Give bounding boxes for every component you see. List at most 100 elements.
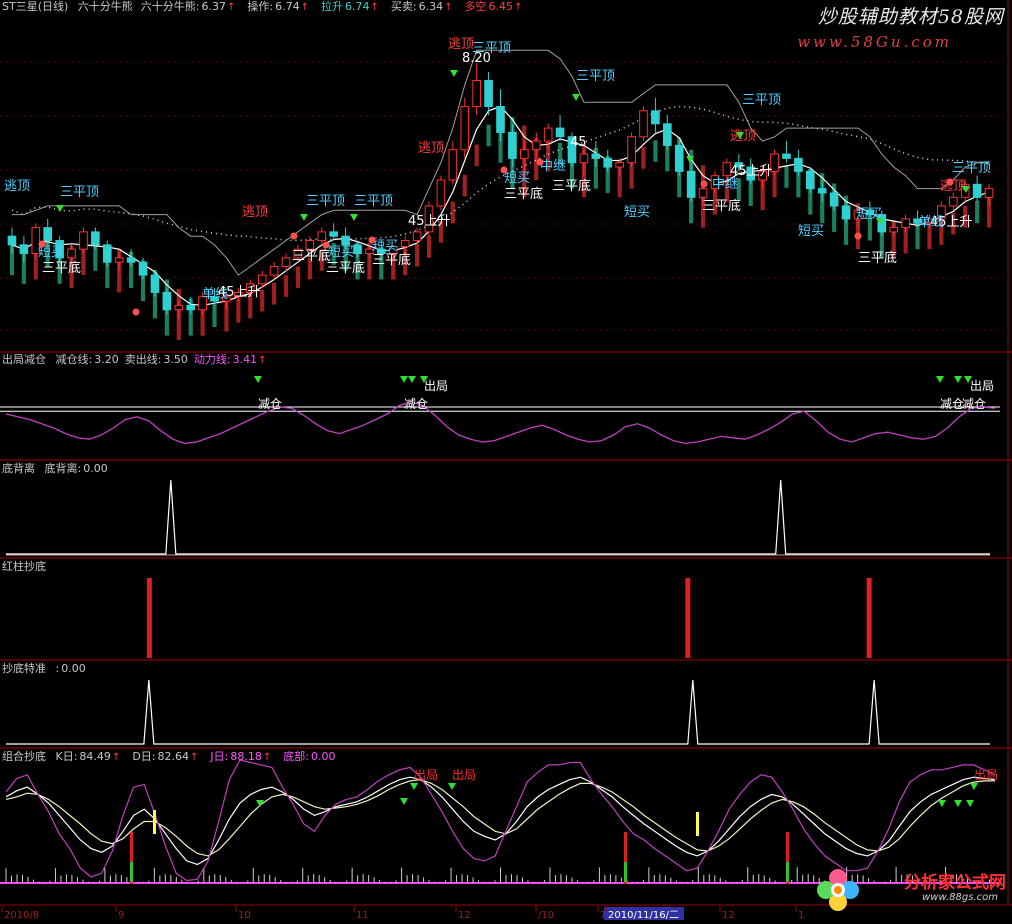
candle-body xyxy=(972,183,982,198)
green-signal-bar xyxy=(786,862,789,882)
candle-body xyxy=(126,257,136,263)
x-axis-label: 12 xyxy=(458,910,471,920)
candle-body xyxy=(901,218,910,229)
red-signal-bar xyxy=(866,578,872,658)
panel6-annotation: 出局 xyxy=(452,768,476,782)
yellow-signal-bar xyxy=(696,812,699,836)
legend-label: 多空 xyxy=(464,0,487,13)
legend-value: 6.74 xyxy=(345,0,370,13)
legend-label: 底部: xyxy=(283,750,309,763)
green-signal-bar xyxy=(624,862,627,882)
up-arrow-icon: ↑ xyxy=(444,2,453,13)
legend-value: 84.49 xyxy=(79,750,111,763)
legend-label: D日: xyxy=(132,750,156,763)
legend-value: 3.41 xyxy=(232,353,258,366)
candle-body xyxy=(412,231,422,242)
down-arrow-icon xyxy=(56,205,64,212)
bottom-divergence-line xyxy=(6,479,990,555)
candle-body xyxy=(162,291,172,311)
red-signal-bar xyxy=(146,578,152,658)
buy-marker-icon xyxy=(322,241,330,249)
yellow-signal-bar xyxy=(153,810,156,834)
legend-label: 六十分牛熊 xyxy=(77,0,133,13)
candle-body xyxy=(698,188,708,198)
legend-label: 拉升 xyxy=(321,0,344,13)
panel6-annotation: 出局 xyxy=(974,768,998,782)
candle-body xyxy=(555,127,565,138)
price-annotation: 三平底 xyxy=(858,250,897,266)
legend-value: 6.37 xyxy=(201,0,227,13)
up-arrow-icon: ↑ xyxy=(370,2,379,13)
candle-body xyxy=(531,140,541,151)
price-annotation: 中继 xyxy=(712,177,738,192)
candle-body xyxy=(484,80,493,107)
down-arrow-icon xyxy=(410,783,418,790)
price-annotation: 三平底 xyxy=(372,252,411,268)
price-annotation: 短买 xyxy=(372,239,398,254)
price-annotation: 三平底 xyxy=(504,186,543,202)
down-arrow-icon xyxy=(938,800,946,807)
panel3-legend-item: 底背离: 0.00 xyxy=(45,462,108,475)
buy-marker-icon xyxy=(946,178,954,186)
panel2-header: 出局减仓 减仓线: 3.20 卖出线: 3.50 动力线: 3.41↑ xyxy=(2,353,279,368)
price-annotation: 逃顶 xyxy=(418,141,444,156)
panel6-legend-item: J日: 88.18↑ xyxy=(210,750,277,763)
panel4-header: 红柱抄底 xyxy=(2,560,52,574)
buy-marker-icon xyxy=(368,236,376,244)
up-arrow-icon: ↑ xyxy=(262,752,272,763)
legend-label: 操作: xyxy=(247,0,274,13)
legend-label: 六十分牛熊: xyxy=(140,0,200,13)
legend-label: 底背离: xyxy=(44,462,82,475)
panel1-legend-item: 六十分牛熊 xyxy=(78,0,135,13)
legend-label: K日: xyxy=(55,750,78,763)
candle-body xyxy=(639,110,648,138)
panel2-annotation: 出局 xyxy=(424,379,448,393)
down-arrow-icon xyxy=(954,376,962,383)
legend-value: 6.74 xyxy=(275,0,300,13)
x-axis-label: 2010/8 xyxy=(4,910,39,920)
down-arrow-icon xyxy=(450,70,458,77)
panel2-annotation: 减仓 xyxy=(258,397,282,411)
x-axis-label: 11 xyxy=(356,910,369,920)
candle-body xyxy=(341,235,350,246)
legend-value: 6.45 xyxy=(488,0,514,13)
candle-body xyxy=(269,265,279,276)
legend-label: 买卖: xyxy=(390,0,417,13)
legend-value: 0.00 xyxy=(83,462,108,475)
legend-value: 3.20 xyxy=(94,353,119,366)
price-annotation: 逃顶 xyxy=(242,205,268,220)
candle-body xyxy=(102,244,112,263)
candle-body xyxy=(91,231,100,246)
panel1-legend-item: 操作: 6.74↑ xyxy=(247,0,315,13)
price-annotation: 逃顶 xyxy=(448,37,474,52)
candle-body xyxy=(841,205,851,220)
panel4-title: 红柱抄底 xyxy=(2,560,46,573)
up-arrow-icon: ↑ xyxy=(514,2,523,13)
down-arrow-icon xyxy=(400,798,408,805)
down-arrow-icon xyxy=(572,94,580,101)
price-annotation: 三平顶 xyxy=(952,161,991,176)
panel1-header: ST三星(日线) 六十分牛熊 六十分牛熊: 6.37↑ 操作: 6.74↑ 拉升 6.74↑… xyxy=(2,0,534,15)
panel2-title: 出局减仓 xyxy=(2,353,46,366)
buy-marker-icon xyxy=(290,232,298,240)
panel6-header: 组合抄底 K日: 84.49↑ D日: 82.64↑ J日: 88.18↑ 底部: 0.00 xyxy=(2,750,341,765)
candle-body xyxy=(305,240,315,250)
candle-body xyxy=(353,244,362,255)
legend-label: 减仓线: xyxy=(55,353,93,366)
candle-body xyxy=(400,240,410,248)
panel2-annotation: 出局 xyxy=(970,379,994,393)
price-annotation: 三平底 xyxy=(326,260,365,276)
price-annotation: 短买 xyxy=(798,224,824,239)
green-signal-bar xyxy=(130,862,133,882)
candle-body xyxy=(603,157,613,168)
candle-body xyxy=(674,144,684,172)
candle-body xyxy=(43,227,53,242)
candle-body xyxy=(19,244,29,255)
price-annotation: 三平底 xyxy=(42,260,81,276)
x-axis-label: 1 xyxy=(798,910,804,920)
candle-body xyxy=(496,105,505,133)
candle-body xyxy=(663,123,672,146)
price-annotation: 逃顶 xyxy=(4,179,30,194)
candle-body xyxy=(817,188,827,194)
candle-body xyxy=(150,274,160,293)
